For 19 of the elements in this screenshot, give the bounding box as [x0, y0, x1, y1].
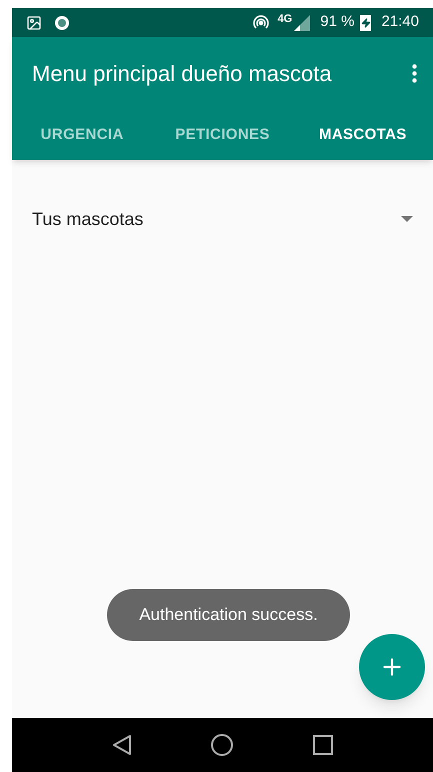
signal-icon [294, 14, 310, 30]
circle-icon [54, 14, 70, 30]
back-icon[interactable] [112, 734, 132, 756]
battery-icon [360, 14, 372, 30]
tab[interactable]: URGENCIA [12, 110, 152, 160]
toast: Authentication success. [107, 589, 350, 641]
caret-icon [401, 216, 413, 222]
pets-dropdown[interactable]: Tus mascotas [12, 205, 433, 233]
clock: 21:40 [381, 12, 419, 32]
battery-percent: 91 % [320, 12, 354, 32]
home-icon[interactable] [211, 734, 234, 756]
more-options-icon [412, 64, 417, 83]
network-type: 4G [278, 12, 292, 27]
tab[interactable]: PETICIONES [152, 110, 293, 160]
tab[interactable]: MASCOTAS [292, 110, 433, 160]
recents-icon[interactable] [313, 735, 334, 755]
picture-icon [26, 14, 42, 30]
hotspot-icon [252, 14, 270, 32]
app-title: Menu principal dueño mascota [32, 60, 333, 88]
